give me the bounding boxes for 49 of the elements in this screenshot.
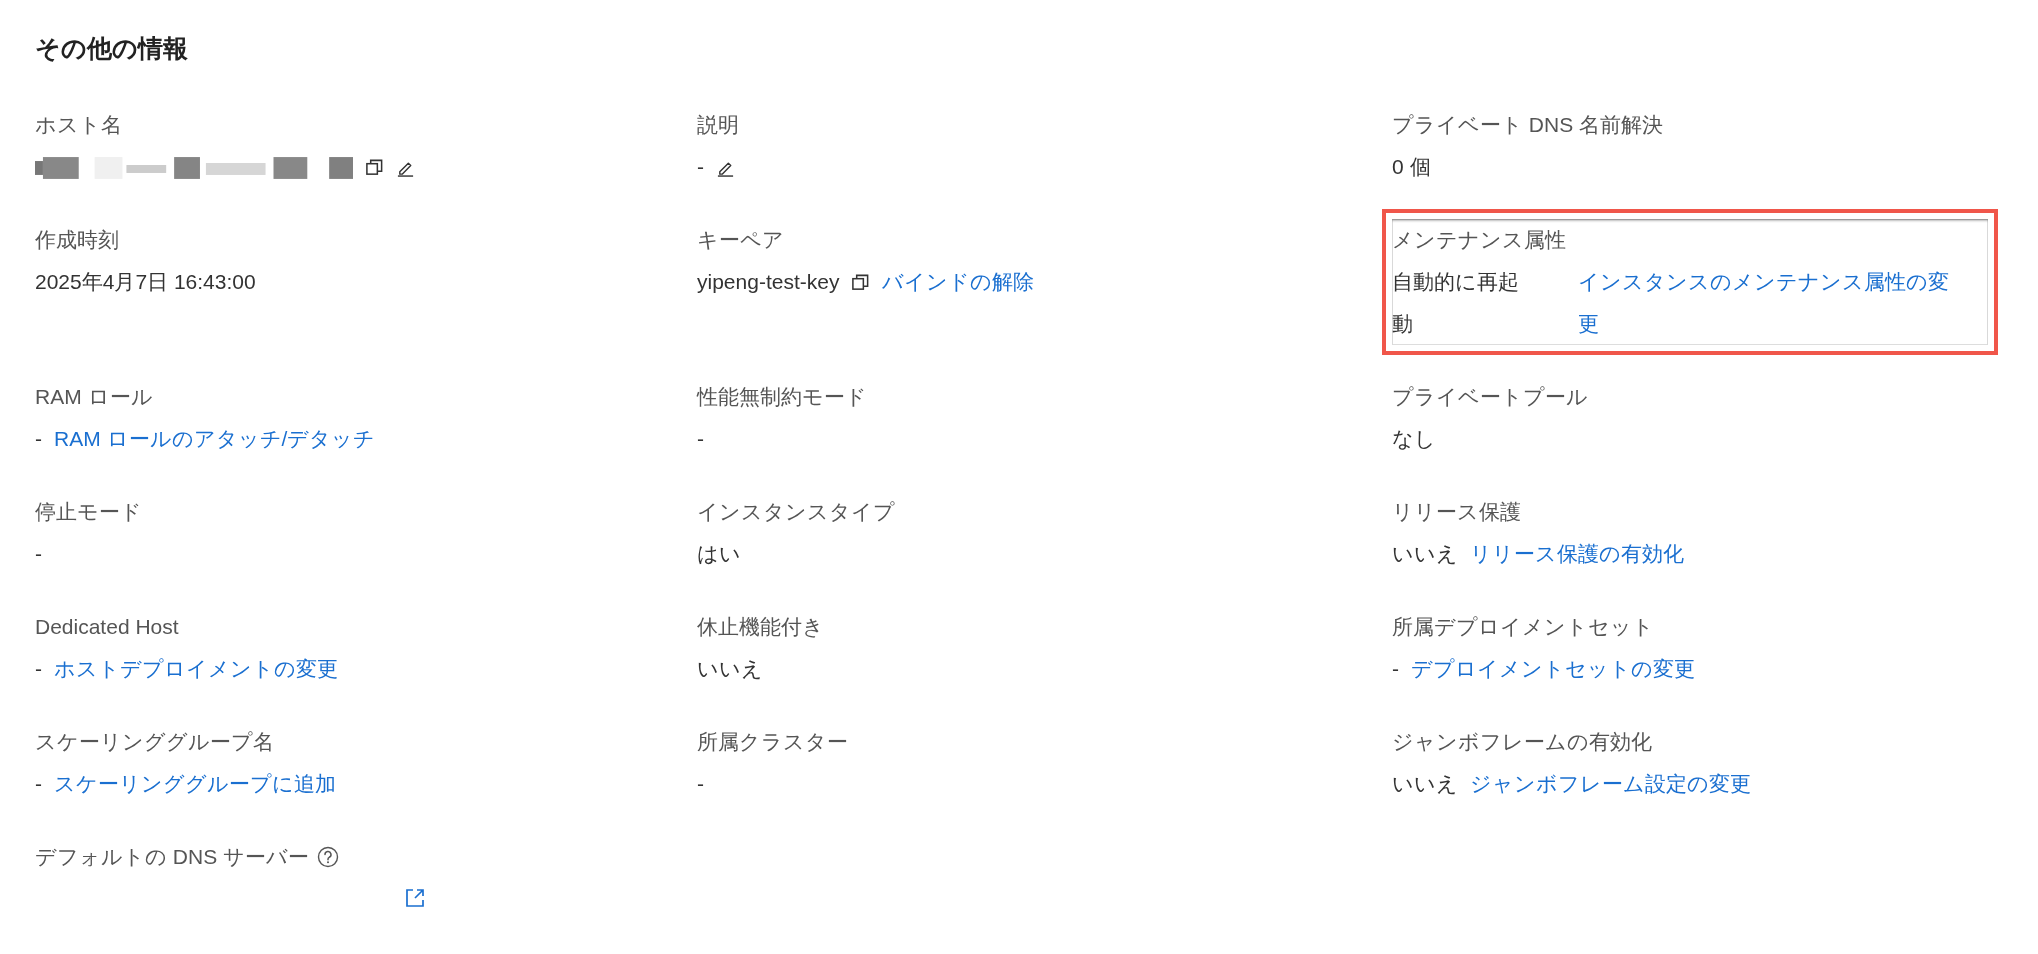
field-label: 説明 xyxy=(697,112,739,138)
field-label: RAM ロール xyxy=(35,384,153,410)
field-label: デフォルトの DNS サーバー xyxy=(35,844,309,870)
field-value: 自動的に再起動 xyxy=(1392,269,1520,337)
field-value: なし xyxy=(1392,426,1436,452)
action-link[interactable]: ホストデプロイメントの変更 xyxy=(54,648,338,690)
field-value: いいえ xyxy=(1392,771,1458,797)
field-label: 休止機能付き xyxy=(697,614,824,640)
field-label: 性能無制約モード xyxy=(697,384,867,410)
field-label: ジャンボフレームの有効化 xyxy=(1392,729,1652,755)
action-link[interactable]: インスタンスのメンテナンス属性の変更 xyxy=(1578,261,1968,345)
field-label: スケーリンググループ名 xyxy=(35,729,274,755)
action-link[interactable]: ジャンボフレーム設定の変更 xyxy=(1470,763,1751,805)
field-label: メンテナンス属性 xyxy=(1392,227,1566,253)
section-title: その他の情報 xyxy=(35,33,189,64)
field-label: プライベート DNS 名前解決 xyxy=(1392,112,1663,138)
copy-icon[interactable] xyxy=(365,158,384,177)
help-icon[interactable] xyxy=(317,846,339,868)
action-link[interactable]: バインドの解除 xyxy=(882,261,1035,303)
copy-icon[interactable] xyxy=(851,273,871,292)
field-value: いいえ xyxy=(1392,541,1458,567)
field-value: - xyxy=(35,541,42,567)
field-value: いいえ xyxy=(697,656,763,682)
field-label: 所属クラスター xyxy=(697,729,848,755)
field-value: - xyxy=(697,426,704,452)
field-value: - xyxy=(1392,656,1399,682)
field-label: ホスト名 xyxy=(35,112,122,138)
field-label: インスタンスタイプ xyxy=(697,499,895,525)
field-value: - xyxy=(35,426,42,452)
field-label: 所属デプロイメントセット xyxy=(1392,614,1654,640)
field-label: Dedicated Host xyxy=(35,614,179,640)
field-label: リリース保護 xyxy=(1392,499,1521,525)
action-link[interactable]: RAM ロールのアタッチ/デタッチ xyxy=(54,418,376,460)
field-value: - xyxy=(697,154,704,180)
field-value: - xyxy=(35,771,42,797)
field-value: yipeng-test-key xyxy=(697,269,840,295)
action-link[interactable]: スケーリンググループに追加 xyxy=(54,763,336,805)
field-label: プライベートプール xyxy=(1392,384,1588,410)
field-value: はい xyxy=(697,541,741,567)
external-link-icon[interactable] xyxy=(405,888,425,908)
action-link[interactable]: リリース保護の有効化 xyxy=(1470,533,1684,575)
field-label: キーペア xyxy=(697,227,784,253)
field-value: 0 個 xyxy=(1392,154,1431,180)
field-label: 停止モード xyxy=(35,499,142,525)
field-value: - xyxy=(35,656,42,682)
field-value: 2025年4月7日 16:43:00 xyxy=(35,269,256,295)
field-label: 作成時刻 xyxy=(35,227,119,253)
field-value: - xyxy=(697,771,704,797)
action-link[interactable]: デプロイメントセットの変更 xyxy=(1411,648,1695,690)
